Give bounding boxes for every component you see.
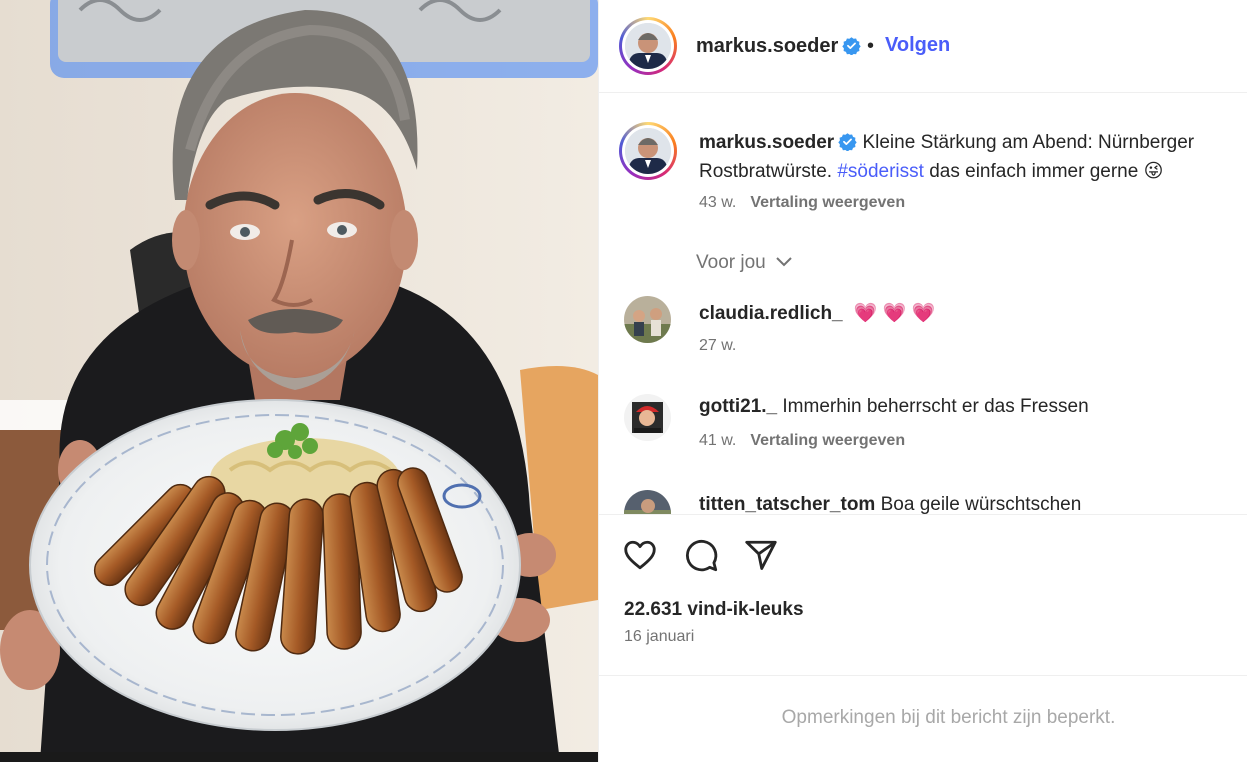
caption-tail: das einfach immer gerne (929, 161, 1139, 182)
verified-badge-icon (838, 133, 857, 151)
caption-author-avatar[interactable] (619, 122, 677, 180)
comment-avatar[interactable] (624, 296, 671, 343)
comment-body: Immerhin beherrscht er das Fressen (782, 396, 1089, 417)
post-date[interactable]: 16 januari (624, 628, 694, 646)
comment-text: gotti21._ Immerhin beherrscht er das Fre… (699, 396, 1089, 418)
comment-footer: Opmerkingen bij dit bericht zijn beperkt… (599, 675, 1247, 762)
post-header: markus.soeder • Volgen (599, 0, 1247, 93)
comments-restricted-notice: Opmerkingen bij dit bericht zijn beperkt… (781, 707, 1116, 728)
caption-hashtag[interactable]: #söderisst (837, 161, 924, 182)
comment-meta: 41 w. Vertaling weergeven (699, 432, 905, 450)
caption-age[interactable]: 43 w. (699, 194, 736, 211)
comment-username[interactable]: gotti21._ (699, 396, 777, 417)
post-image (0, 0, 598, 762)
post-photo[interactable] (0, 0, 598, 762)
comments-scroll-area[interactable]: markus.soeder Kleine Stärkung am Abend: … (599, 94, 1247, 514)
comment-text: claudia.redlich_ 💗 💗 💗 (699, 301, 935, 325)
comment-age[interactable]: 41 w. (699, 432, 736, 449)
comment-item: gotti21._ Immerhin beherrscht er das Fre… (599, 392, 1247, 472)
comment-avatar[interactable] (624, 394, 671, 441)
header-separator: • (867, 35, 875, 57)
comment-sort-dropdown[interactable]: Voor jou (696, 252, 793, 274)
post-sidebar: markus.soeder • Volgen markus.soeder Kle… (598, 0, 1247, 762)
heart-icon[interactable] (622, 537, 658, 573)
caption-emoji: 😜 (1143, 161, 1164, 182)
comment-avatar[interactable] (624, 490, 671, 514)
comment-username[interactable]: titten_tatscher_tom (699, 494, 875, 514)
comment-text: titten_tatscher_tom Boa geile würschtsch… (699, 494, 1081, 514)
comment-age[interactable]: 27 w. (699, 337, 736, 354)
caption-translate-button[interactable]: Vertaling weergeven (750, 194, 905, 211)
comment-item: titten_tatscher_tom Boa geile würschtsch… (599, 488, 1247, 514)
comment-username[interactable]: claudia.redlich_ (699, 303, 843, 324)
comment-sort-label: Voor jou (696, 252, 766, 273)
comment-bubble-icon[interactable] (683, 537, 719, 573)
comment-item: claudia.redlich_ 💗 💗 💗 27 w. (599, 294, 1247, 374)
author-username-text[interactable]: markus.soeder (696, 35, 838, 57)
caption-username[interactable]: markus.soeder (699, 132, 834, 153)
like-count[interactable]: 22.631 vind-ik-leuks (624, 599, 804, 621)
author-username[interactable]: markus.soeder (696, 35, 861, 58)
verified-badge-icon (842, 37, 861, 55)
follow-button[interactable]: Volgen (885, 34, 950, 57)
paper-plane-icon[interactable] (743, 537, 779, 573)
chevron-down-icon (776, 257, 792, 267)
comment-translate-button[interactable]: Vertaling weergeven (750, 432, 905, 449)
caption-meta: 43 w. Vertaling weergeven (699, 194, 905, 212)
comment-meta: 27 w. (699, 337, 736, 355)
comment-body: Boa geile würschtschen (880, 494, 1082, 514)
comment-body: 💗 💗 💗 (853, 303, 936, 324)
author-avatar[interactable] (619, 17, 677, 75)
post-actions: 22.631 vind-ik-leuks 16 januari (599, 514, 1247, 675)
caption-text: markus.soeder Kleine Stärkung am Abend: … (699, 128, 1239, 186)
